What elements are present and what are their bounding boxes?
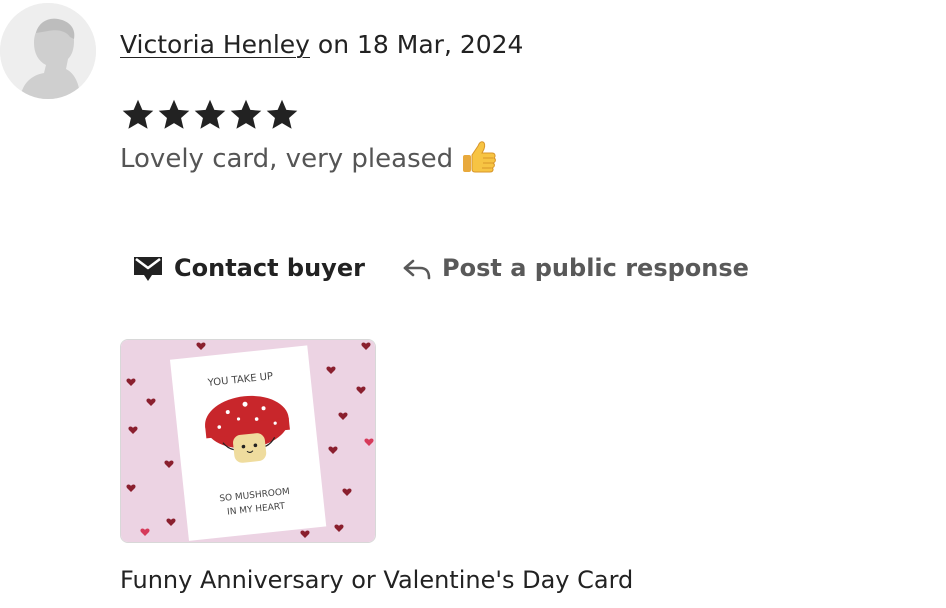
reviewer-name-link[interactable]: Victoria Henley <box>120 30 310 59</box>
product-thumbnail[interactable]: YOU TAKE UP SO MUSHROOM IN MY HEART <box>120 339 376 543</box>
review-text: Lovely card, very pleased <box>120 140 497 178</box>
reply-arrow-icon <box>402 254 432 282</box>
review-card: Victoria Henley on 18 Mar, 2024 Lovely c… <box>0 0 946 608</box>
reviewer-avatar <box>0 3 96 99</box>
star-rating <box>120 95 300 135</box>
review-date: on 18 Mar, 2024 <box>309 30 524 59</box>
star-icon <box>120 95 156 135</box>
product-title[interactable]: Funny Anniversary or Valentine's Day Car… <box>120 562 633 598</box>
review-header: Victoria Henley on 18 Mar, 2024 <box>120 28 523 62</box>
contact-buyer-label: Contact buyer <box>174 254 365 282</box>
star-icon <box>228 95 264 135</box>
default-user-icon <box>0 3 96 99</box>
star-icon <box>156 95 192 135</box>
star-icon <box>192 95 228 135</box>
contact-buyer-button[interactable]: Contact buyer <box>132 248 365 288</box>
review-body: Lovely card, very pleased <box>120 144 454 174</box>
post-public-response-button[interactable]: Post a public response <box>402 248 749 288</box>
star-icon <box>264 95 300 135</box>
envelope-icon <box>132 253 164 283</box>
post-public-response-label: Post a public response <box>442 254 749 282</box>
thumbs-up-icon <box>461 140 497 174</box>
